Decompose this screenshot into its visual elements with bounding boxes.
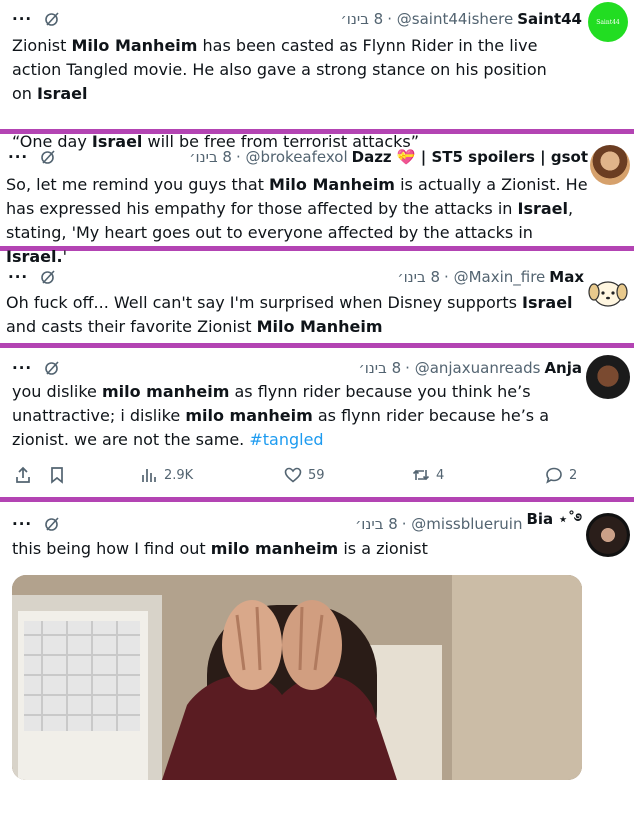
avatar-text: Saint44 [596,18,620,26]
tweet-menu[interactable]: ··· [8,146,56,168]
highlighted-keyword: Israel [522,293,573,312]
tweet-header: 8 בינו׳ · @anjaxuanreads Anja [358,357,582,379]
tweet-handle[interactable]: · @anjaxuanreads [405,359,540,377]
tweet-date[interactable]: 8 בינו׳ [358,359,401,377]
bookmark-button[interactable] [48,463,66,487]
tweet-separator [0,497,634,502]
highlighted-keyword: milo manheim [210,539,339,558]
tweet-header: 8 בינו׳ · @Maxin_fire Max [397,266,584,288]
tweet-handle[interactable]: · @missblueruin [402,515,523,533]
highlighted-keyword: Israel [37,84,88,103]
share-button[interactable] [14,463,32,487]
retweet-icon [412,469,430,481]
reply-button[interactable]: 2 [545,463,577,487]
tweet-date[interactable]: 8 בינו׳ [341,10,384,28]
highlighted-keyword: milo manheim [185,406,313,425]
tweet-separator [0,343,634,348]
more-options-icon[interactable]: ··· [8,148,28,166]
mute-icon[interactable] [44,516,60,532]
tweet-media-image[interactable] [12,575,582,780]
highlighted-keyword: Milo Manheim [269,175,395,194]
like-button[interactable]: 59 [284,463,325,487]
like-count: 59 [308,467,325,483]
avatar[interactable] [586,270,630,314]
bookmark-icon [51,467,63,484]
tweet-text: Oh fuck off... Well can't say I'm surpri… [6,293,573,336]
retweet-button[interactable]: 4 [412,463,444,487]
retweet-count: 4 [436,467,445,483]
avatar[interactable] [586,355,630,399]
tweet-menu[interactable]: ··· [8,266,56,288]
mute-icon[interactable] [44,11,60,27]
tweet-author-name[interactable]: Max [549,268,584,286]
dog-avatar-icon [588,281,628,307]
avatar[interactable] [590,145,630,185]
tweet-handle[interactable]: · @Maxin_fire [444,268,545,286]
tweet-text: So, let me remind you guys that Milo Man… [6,175,588,266]
more-options-icon[interactable]: ··· [12,515,32,533]
tweet-menu[interactable]: ··· [12,8,60,30]
highlighted-keyword: Israel [517,199,569,218]
tweet-date[interactable]: 8 בינו׳ [355,515,398,533]
tweet-menu[interactable]: ··· [12,357,60,379]
heart-icon [284,467,302,483]
tweet-date[interactable]: 8 בינו׳ [189,148,232,166]
more-options-icon[interactable]: ··· [8,268,28,286]
highlighted-keyword: milo manheim [101,382,230,401]
more-options-icon[interactable]: ··· [12,359,32,377]
tweet-menu[interactable]: ··· [12,513,60,535]
tweet-actions: 2.9K 59 4 2 [0,463,634,487]
views-icon [142,469,156,482]
tweet-date[interactable]: 8 בינו׳ [397,268,440,286]
highlighted-keyword: Milo Manheim [71,36,198,55]
tweet-header: 8 בינו׳ · @saint44ishere Saint44 [341,8,582,30]
mute-icon[interactable] [40,149,56,165]
tweet-author-name[interactable]: Anja [544,359,582,377]
avatar[interactable]: Saint44 [588,2,628,42]
tweet-text: you dislike milo manheim as flynn rider … [12,382,549,449]
avatar[interactable] [586,513,630,557]
hashtag-link[interactable]: #tangled [249,430,323,449]
mute-icon[interactable] [44,360,60,376]
highlighted-keyword: Israel. [6,247,63,266]
share-icon [16,466,30,483]
views-button[interactable]: 2.9K [140,463,193,487]
reply-icon [546,467,562,484]
reply-count: 2 [569,467,578,483]
views-count: 2.9K [164,467,194,483]
tweet-header: 8 בינו׳ · @missblueruin Bia ⋆˚࿔ [355,510,582,535]
tweet-text: Zionist Milo Manheim has been casted as … [12,36,547,151]
person-covering-face-image [12,575,582,780]
tweet-text: this being how I find out milo manheim i… [12,539,428,558]
tweet-header: 8 בינו׳ · @brokeafexol Dazz 💝 | ST5 spoi… [189,146,588,168]
highlighted-keyword: Milo Manheim [256,317,383,336]
tweet-author-name[interactable]: Dazz 💝 | ST5 spoilers | gsot [352,148,588,166]
mute-icon[interactable] [40,269,56,285]
more-options-icon[interactable]: ··· [12,10,32,28]
tweet-handle[interactable]: · @saint44ishere [387,10,513,28]
highlighted-keyword: Israel [91,132,143,151]
tweet-author-name[interactable]: Saint44 [517,10,582,28]
tweet-handle[interactable]: · @brokeafexol [236,148,348,166]
